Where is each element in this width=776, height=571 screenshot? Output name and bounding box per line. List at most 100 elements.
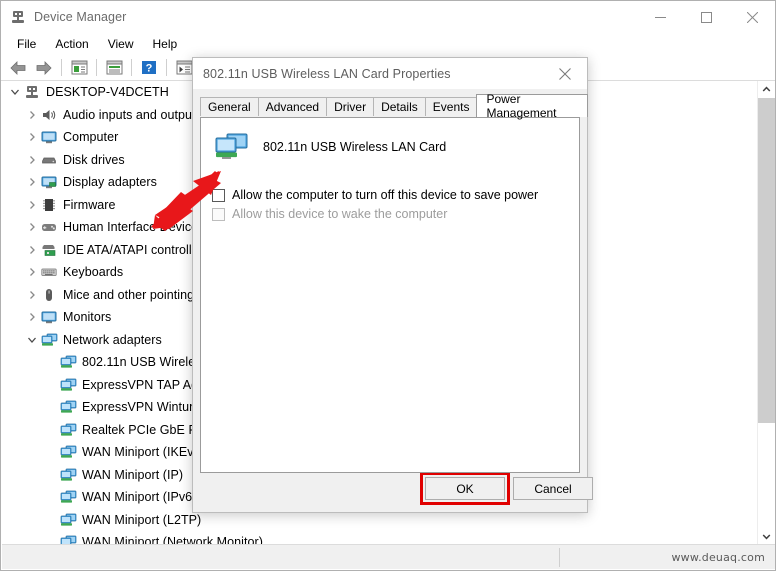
network-adapter-icon: [59, 354, 77, 370]
toolbar-separator: [96, 59, 97, 76]
maximize-button[interactable]: [683, 1, 729, 33]
monitor-icon: [40, 129, 58, 145]
checkbox-label: Allow the computer to turn off this devi…: [232, 188, 539, 202]
computer-icon: [23, 84, 41, 100]
chevron-right-icon[interactable]: [24, 200, 40, 210]
toolbar-separator: [131, 59, 132, 76]
tree-node-label: Monitors: [63, 310, 112, 325]
show-hide-console-tree-icon[interactable]: [67, 57, 91, 79]
tab-general[interactable]: General: [200, 97, 259, 116]
checkbox-label: Allow this device to wake the computer: [232, 207, 448, 221]
watermark-text: www.deuaq.com: [671, 550, 765, 564]
properties-icon[interactable]: [102, 57, 126, 79]
chevron-right-icon[interactable]: [24, 267, 40, 277]
device-manager-window: Device Manager File Action View Help ? D…: [0, 0, 776, 571]
device-properties-dialog: 802.11n USB Wireless LAN Card Properties…: [192, 57, 593, 513]
tree-node-label: WAN Miniport (IPv6): [82, 490, 197, 505]
back-icon[interactable]: [6, 57, 30, 79]
chevron-right-icon[interactable]: [24, 110, 40, 120]
device-manager-icon: [10, 9, 26, 25]
tree-node-label: Keyboards: [63, 265, 124, 280]
minimize-button[interactable]: [637, 1, 683, 33]
tree-node-label: WAN Miniport (IP): [82, 467, 184, 482]
scroll-down-arrow-icon[interactable]: [758, 528, 775, 545]
tree-node-label: Computer: [63, 130, 119, 145]
mouse-icon: [40, 287, 58, 303]
statusbar-separator: [559, 548, 560, 567]
chevron-right-icon[interactable]: [24, 177, 40, 187]
tree-node-label: WAN Miniport (IKEv2): [82, 445, 205, 460]
help-icon[interactable]: ?: [137, 57, 161, 79]
cancel-button[interactable]: Cancel: [513, 477, 593, 500]
menu-help[interactable]: Help: [144, 35, 187, 53]
chevron-right-icon[interactable]: [24, 312, 40, 322]
tab-details[interactable]: Details: [373, 97, 426, 116]
disk-icon: [40, 152, 58, 168]
dialog-title: 802.11n USB Wireless LAN Card Properties: [203, 66, 451, 81]
device-header: 802.11n USB Wireless LAN Card: [201, 118, 579, 162]
hid-icon: [40, 219, 58, 235]
menu-file[interactable]: File: [8, 35, 45, 53]
toolbar-separator: [61, 59, 62, 76]
checkbox-box-icon: [212, 208, 225, 221]
tab-driver[interactable]: Driver: [326, 97, 375, 116]
checkbox-box-icon[interactable]: [212, 189, 225, 202]
close-button[interactable]: [729, 1, 775, 33]
dialog-close-button[interactable]: [543, 58, 587, 89]
chevron-right-icon[interactable]: [24, 155, 40, 165]
window-titlebar: Device Manager: [1, 1, 775, 33]
tree-node-label: WAN Miniport (L2TP): [82, 512, 202, 527]
speaker-icon: [40, 107, 58, 123]
chevron-right-icon[interactable]: [24, 290, 40, 300]
tree-vertical-scrollbar[interactable]: [757, 81, 775, 545]
menu-view[interactable]: View: [99, 35, 143, 53]
tree-node-label: Network adapters: [63, 332, 162, 347]
menubar: File Action View Help: [1, 33, 775, 55]
tree-node-label: Firmware: [63, 197, 116, 212]
window-title: Device Manager: [34, 10, 127, 24]
keyboard-icon: [40, 264, 58, 280]
network-adapter-icon: [59, 399, 77, 415]
scrollbar-thumb[interactable]: [758, 98, 775, 423]
tree-node-label: DESKTOP-V4DCETH: [46, 85, 169, 100]
network-adapter-icon: [59, 377, 77, 393]
tree-node-label: IDE ATA/ATAPI controllers: [63, 242, 210, 257]
tab-events[interactable]: Events: [424, 97, 478, 116]
tree-node-label: Human Interface Devices: [63, 220, 205, 235]
tree-node-label: Audio inputs and outputs: [63, 107, 202, 122]
window-controls: [637, 1, 775, 33]
chevron-down-icon[interactable]: [7, 87, 23, 97]
menu-action[interactable]: Action: [46, 35, 97, 53]
tab-advanced[interactable]: Advanced: [257, 97, 328, 116]
statusbar: www.deuaq.com: [2, 544, 775, 569]
dialog-tabstrip: General Advanced Driver Details Events P…: [200, 92, 588, 120]
dialog-titlebar: 802.11n USB Wireless LAN Card Properties: [193, 58, 587, 89]
display-adapter-icon: [40, 174, 58, 190]
tree-node-network-child[interactable]: WAN Miniport (Network Monitor): [2, 531, 759, 545]
network-adapter-icon: [59, 422, 77, 438]
device-name-label: 802.11n USB Wireless LAN Card: [263, 140, 447, 154]
tree-node-label: Display adapters: [63, 175, 157, 190]
allow-computer-turn-off-checkbox[interactable]: Allow the computer to turn off this devi…: [201, 188, 579, 203]
forward-icon[interactable]: [32, 57, 56, 79]
chevron-right-icon[interactable]: [24, 245, 40, 255]
network-adapter-icon: [59, 512, 77, 528]
chevron-right-icon[interactable]: [24, 222, 40, 232]
network-adapter-icon: [59, 489, 77, 505]
chevron-right-icon[interactable]: [24, 132, 40, 142]
toolbar-separator: [166, 59, 167, 76]
svg-text:?: ?: [146, 63, 153, 75]
power-management-panel: 802.11n USB Wireless LAN Card Allow the …: [200, 117, 580, 473]
monitor-icon: [40, 309, 58, 325]
tree-node-label: Disk drives: [63, 152, 125, 167]
ide-controller-icon: [40, 242, 58, 258]
scroll-up-arrow-icon[interactable]: [758, 81, 775, 98]
chip-icon: [40, 197, 58, 213]
chevron-down-icon[interactable]: [24, 335, 40, 345]
ok-button[interactable]: OK: [425, 477, 505, 500]
allow-device-wake-checkbox: Allow this device to wake the computer: [201, 207, 579, 222]
network-adapter-icon: [59, 444, 77, 460]
network-adapter-icon: [215, 132, 249, 162]
tab-power-management[interactable]: Power Management: [476, 92, 588, 120]
network-adapter-icon: [40, 332, 58, 348]
